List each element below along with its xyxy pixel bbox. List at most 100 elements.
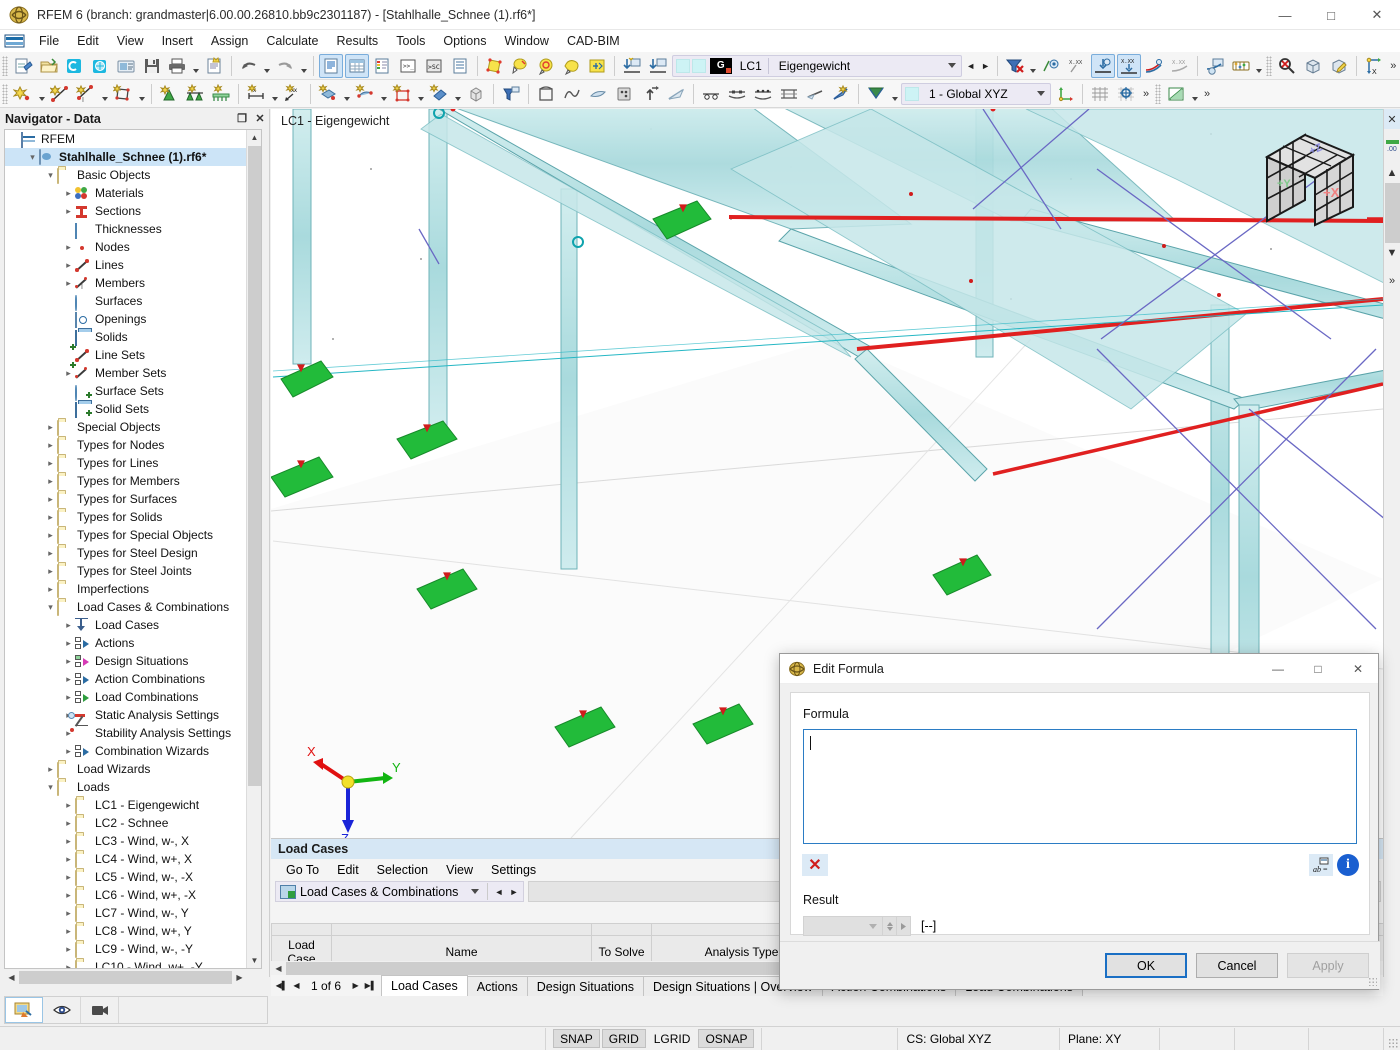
- import-layer-icon[interactable]: [620, 54, 644, 78]
- menu-assign[interactable]: Assign: [202, 31, 258, 52]
- slope-icon[interactable]: [664, 82, 688, 106]
- tree-item-stahlhalle-schnee-1-rf6[interactable]: ▾Stahlhalle_Schnee (1).rf6*: [5, 148, 246, 166]
- nodal-load-icon[interactable]: [316, 82, 340, 106]
- tree-expander[interactable]: ▸: [44, 490, 57, 508]
- toolbar-grip[interactable]: [2, 56, 8, 76]
- rail-scroll-up-icon[interactable]: ▲: [1384, 163, 1400, 183]
- formula-input[interactable]: [803, 729, 1357, 844]
- tree-item-stability-analysis-settings[interactable]: ▸Stability Analysis Settings: [5, 724, 246, 742]
- new-member-dropdown-arrow[interactable]: [99, 82, 110, 106]
- tree-expander[interactable]: ▸: [62, 688, 75, 706]
- tree-item-basic-objects[interactable]: ▾Basic Objects: [5, 166, 246, 184]
- surface-load-icon[interactable]: [390, 82, 414, 106]
- tree-expander[interactable]: ▸: [62, 202, 75, 220]
- toolbar-grip[interactable]: [2, 84, 8, 104]
- new-member-icon[interactable]: I: [74, 82, 98, 106]
- scroll-up-button[interactable]: ▲: [247, 130, 262, 145]
- display-settings-icon[interactable]: [1203, 54, 1227, 78]
- tree-expander[interactable]: [62, 292, 75, 310]
- menu-file[interactable]: File: [30, 31, 68, 52]
- snap-settings-icon[interactable]: [1114, 82, 1138, 106]
- menu-options[interactable]: Options: [434, 31, 495, 52]
- reaction-values-icon[interactable]: X.XX: [1117, 54, 1141, 78]
- tree-item-types-for-solids[interactable]: ▸Types for Solids: [5, 508, 246, 526]
- status-toggle-snap[interactable]: SNAP: [553, 1029, 600, 1048]
- new-line-icon[interactable]: [48, 82, 72, 106]
- status-toggle-lgrid[interactable]: LGRID: [648, 1029, 697, 1048]
- member-load-dropdown-arrow[interactable]: [378, 82, 389, 106]
- member-hinge-icon[interactable]: [699, 82, 723, 106]
- hidden-lines-icon[interactable]: [534, 82, 558, 106]
- imperfection-icon[interactable]: [499, 82, 523, 106]
- hscroll-thumb[interactable]: [19, 971, 232, 984]
- new-node-dropdown-arrow[interactable]: [36, 82, 47, 106]
- solid-render-icon[interactable]: [612, 82, 636, 106]
- ok-button[interactable]: OK: [1105, 953, 1187, 978]
- tree-expander[interactable]: ▸: [62, 256, 75, 274]
- tree-item-nodes[interactable]: ▸Nodes: [5, 238, 246, 256]
- select-freehand-icon[interactable]: [560, 54, 584, 78]
- navigator-tree[interactable]: RFEM▾Stahlhalle_Schnee (1).rf6*▾Basic Ob…: [5, 130, 246, 968]
- toolbar-grip[interactable]: [1155, 84, 1161, 104]
- tree-item-lc10-wind-w-y[interactable]: ▸LC10 - Wind, w+, -Y: [5, 958, 246, 968]
- tree-item-members[interactable]: ▸IMembers: [5, 274, 246, 292]
- edit-3d-view-icon[interactable]: [1327, 54, 1351, 78]
- rail-scroll-thumb[interactable]: [1385, 183, 1400, 243]
- tree-item-lc3-wind-w-x[interactable]: ▸LC3 - Wind, w-, X: [5, 832, 246, 850]
- info-button[interactable]: i: [1337, 854, 1359, 876]
- resize-grip[interactable]: [1388, 1038, 1398, 1048]
- tree-item-loads[interactable]: ▾Loads: [5, 778, 246, 796]
- show-numeric-values-icon[interactable]: X.XX: [1065, 54, 1089, 78]
- nodal-load-dropdown-arrow[interactable]: [341, 82, 352, 106]
- tree-expander[interactable]: [62, 382, 75, 400]
- axis-system-icon[interactable]: X: [1362, 54, 1386, 78]
- tree-item-types-for-special-objects[interactable]: ▸Types for Special Objects: [5, 526, 246, 544]
- tree-expander[interactable]: [62, 310, 75, 328]
- load-case-prev-button[interactable]: ◄: [963, 55, 978, 77]
- hscroll-left-button[interactable]: ◀: [4, 970, 19, 985]
- tree-item-load-wizards[interactable]: ▸Load Wizards: [5, 760, 246, 778]
- visibility-icon[interactable]: [1164, 82, 1188, 106]
- tree-item-lc5-wind-w-x[interactable]: ▸LC5 - Wind, w-, -X: [5, 868, 246, 886]
- dialog-resize-grip[interactable]: [1368, 977, 1377, 986]
- tree-expander[interactable]: ▸: [44, 472, 57, 490]
- menu-calculate[interactable]: Calculate: [257, 31, 327, 52]
- menu-cad-bim[interactable]: CAD-BIM: [558, 31, 629, 52]
- console-icon[interactable]: >>_: [396, 54, 420, 78]
- tree-item-surfaces[interactable]: Surfaces: [5, 292, 246, 310]
- new-surface-dropdown-arrow[interactable]: [136, 82, 147, 106]
- tree-expander[interactable]: ▸: [62, 274, 75, 292]
- tree-item-materials[interactable]: ▸Materials: [5, 184, 246, 202]
- dialog-minimize-button[interactable]: —: [1258, 654, 1298, 684]
- show-values-icon[interactable]: [1040, 54, 1064, 78]
- pager-prev-button[interactable]: ◀: [289, 976, 304, 995]
- table-menu-settings[interactable]: Settings: [482, 861, 545, 879]
- tree-item-member-sets[interactable]: ▸Member Sets: [5, 364, 246, 382]
- toolbar-overflow-button-2[interactable]: »: [1139, 82, 1153, 106]
- surface-render-icon[interactable]: [586, 82, 610, 106]
- tree-item-special-objects[interactable]: ▸Special Objects: [5, 418, 246, 436]
- model-info-icon[interactable]: [114, 54, 138, 78]
- tree-expander[interactable]: ▾: [44, 778, 57, 796]
- zoom-reset-icon[interactable]: [1275, 54, 1299, 78]
- table-category-combo[interactable]: Load Cases & Combinations ◄ ►: [275, 881, 524, 902]
- tree-expander[interactable]: [8, 130, 21, 148]
- rail-decimals-icon[interactable]: .00: [1384, 135, 1400, 155]
- open-model-icon[interactable]: [37, 54, 61, 78]
- calculation-diagram-icon[interactable]: [1229, 54, 1253, 78]
- table-category-dropdown-arrow[interactable]: [466, 882, 484, 902]
- move-up-icon[interactable]: [638, 82, 662, 106]
- tree-expander[interactable]: ▾: [26, 148, 39, 166]
- tree-expander[interactable]: ▾: [44, 166, 57, 184]
- tree-expander[interactable]: ▸: [62, 670, 75, 688]
- navigator-display-tab[interactable]: [43, 997, 81, 1023]
- line-support-icon[interactable]: [183, 82, 207, 106]
- tree-expander[interactable]: [62, 400, 75, 418]
- calculation-diagram-dropdown-arrow[interactable]: [1254, 54, 1265, 78]
- undo-dropdown-arrow[interactable]: [262, 54, 273, 78]
- tree-item-sections[interactable]: ▸Sections: [5, 202, 246, 220]
- status-toggle-grid[interactable]: GRID: [602, 1029, 646, 1048]
- tree-expander[interactable]: ▸: [44, 562, 57, 580]
- tree-expander[interactable]: ▸: [62, 724, 75, 742]
- menu-results[interactable]: Results: [328, 31, 388, 52]
